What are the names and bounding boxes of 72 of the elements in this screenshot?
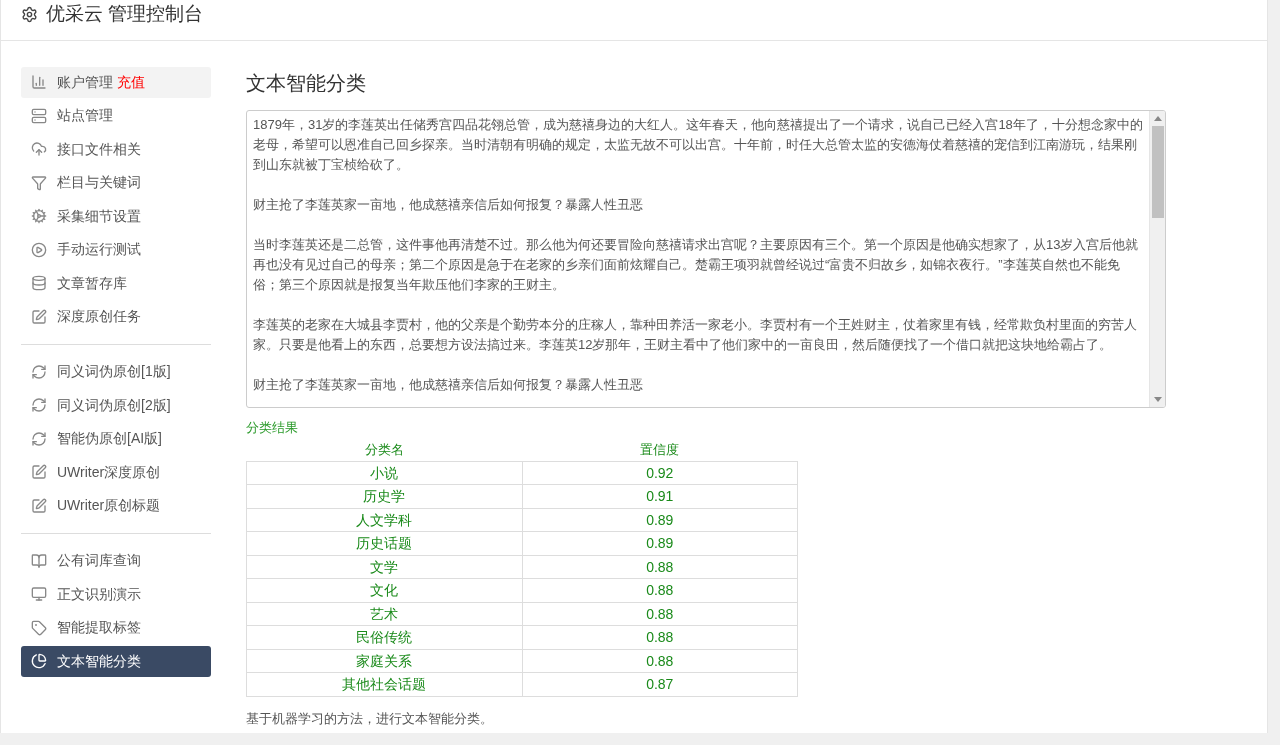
scrollbar[interactable] [1149, 111, 1165, 407]
column-header: 置信度 [522, 438, 798, 461]
table-cell: 0.91 [522, 484, 798, 508]
cloud-upload-icon [31, 141, 47, 157]
sidebar-item[interactable]: UWriter深度原创 [21, 456, 211, 488]
bar-chart-icon [31, 74, 47, 90]
refresh-icon [31, 430, 47, 447]
monitor-icon [31, 586, 47, 602]
result-title: 分类结果 [246, 419, 299, 437]
sidebar-item[interactable]: 接口文件相关 [21, 133, 211, 165]
sidebar-item[interactable]: 手动运行测试 [21, 234, 211, 265]
sidebar-item[interactable]: 同义词伪原创[2版] [21, 389, 211, 421]
table-cell: 小说 [246, 461, 522, 485]
text-paragraph: 财主抢了李莲英家一亩地，他成慈禧亲信后如何报复？暴露人性丑恶 [253, 196, 644, 214]
sidebar-item[interactable]: 智能提取标签 [21, 612, 211, 643]
column-header: 分类名 [246, 438, 522, 461]
table-cell: 0.87 [522, 672, 798, 696]
refresh-icon [31, 397, 47, 413]
sidebar-item[interactable]: 站点管理 [21, 100, 211, 131]
table-cell: 0.88 [522, 578, 798, 602]
pie-chart-icon [31, 653, 47, 669]
server-icon [31, 107, 47, 124]
refresh-icon [31, 363, 47, 380]
table-cell: 文化 [246, 578, 522, 602]
edit-icon [31, 464, 47, 480]
text-paragraph: 当时李莲英还是二总管，这件事他再清楚不过。那么他为何还要冒险向慈禧请求出宫呢？主要原因有三个。第一个原因是他确实想家了，从13岁入宫后他就再也没有见过自己的母亲；第二个原因是急于在老家的乡亲们面前炫耀自己。楚霸王项羽就曾经说过“富贵不归故乡，如锦衣夜行。”李莲英自然也不能免俗；第三个原因就是报复当年欺压他们李家的王财主。 [253, 236, 1140, 294]
edit-icon [31, 497, 47, 514]
scrollbar-thumb[interactable] [1151, 126, 1164, 218]
text-paragraph: 李莲英的老家在大城县李贾村，他的父亲是个勤劳本分的庄稼人，靠种田养活一家老小。李贾村有一个王姓财主，仗着家里有钱，经常欺负村里面的穷苦人家。只要是他看上的东西，总要想方设法搞过来。李莲英12岁那年，王财主看中了他们家中的一亩良田，然后随便找了一个借口就把这块地给霸占了。 [253, 316, 1138, 354]
scroll-down-icon[interactable] [1153, 397, 1162, 402]
table-cell: 0.88 [522, 602, 798, 626]
text-paragraph: 1879年，31岁的李莲英出任储秀宫四品花翎总管，成为慈禧身边的大红人。这年春天，他向慈禧提出了一个请求，说自己已经入宫18年了，十分想念家中的老母，希望可以恩准自己回乡探亲。当时清朝有明确的规定，太监无故不可以出宫。十年前，时任大总管太监的安德海仗着慈禧的宠信到江南游玩，结果刚到山东就被丁宝桢给砍了。 [253, 116, 1143, 174]
table-cell: 艺术 [246, 602, 522, 626]
filter-icon [31, 174, 47, 191]
table-cell: 历史学 [246, 484, 522, 508]
sidebar-item[interactable]: 采集细节设置 [21, 200, 211, 232]
sidebar-item[interactable]: 账户管理 充值 [21, 66, 211, 98]
settings-icon [21, 5, 38, 23]
table-cell: 0.88 [522, 555, 798, 579]
sidebar-item[interactable]: 同义词伪原创[1版] [21, 356, 211, 387]
tag-icon [31, 619, 47, 636]
sidebar-item[interactable]: 智能伪原创[AI版] [21, 423, 211, 454]
edit-icon [31, 308, 47, 325]
table-cell: 0.88 [522, 649, 798, 673]
sidebar-item[interactable]: 文本智能分类 [21, 645, 211, 677]
app-title: 优采云 管理控制台 [46, 1, 204, 26]
database-icon [31, 275, 47, 291]
recharge-link[interactable]: 充值 [117, 71, 145, 93]
sidebar-item[interactable]: 深度原创任务 [21, 301, 211, 332]
sidebar-item[interactable]: 文章暂存库 [21, 267, 211, 299]
description-text: 基于机器学习的方法，进行文本智能分类。 [246, 709, 494, 728]
gears-icon [31, 208, 47, 224]
table-cell: 人文学科 [246, 508, 522, 532]
table-cell: 0.88 [522, 625, 798, 649]
play-icon [31, 241, 47, 258]
sidebar-item[interactable]: 栏目与关键词 [21, 167, 211, 198]
table-cell: 家庭关系 [246, 649, 522, 673]
text-paragraph: 财主抢了李莲英家一亩地，他成慈禧亲信后如何报复？暴露人性丑恶 [253, 376, 644, 394]
table-cell: 0.89 [522, 531, 798, 555]
text-input-area[interactable] [246, 110, 1166, 408]
scroll-up-icon[interactable] [1153, 116, 1162, 121]
sidebar-item[interactable]: 公有词库查询 [21, 545, 211, 576]
page-title: 文本智能分类 [246, 71, 367, 95]
sidebar-item[interactable]: UWriter原创标题 [21, 490, 211, 521]
table-cell: 民俗传统 [246, 625, 522, 649]
table-cell: 历史话题 [246, 531, 522, 555]
table-cell: 其他社会话题 [246, 672, 522, 696]
table-cell: 文学 [246, 555, 522, 579]
sidebar-item[interactable]: 正文识别演示 [21, 578, 211, 610]
table-cell: 0.92 [522, 461, 798, 485]
table-cell: 0.89 [522, 508, 798, 532]
book-icon [31, 552, 47, 569]
